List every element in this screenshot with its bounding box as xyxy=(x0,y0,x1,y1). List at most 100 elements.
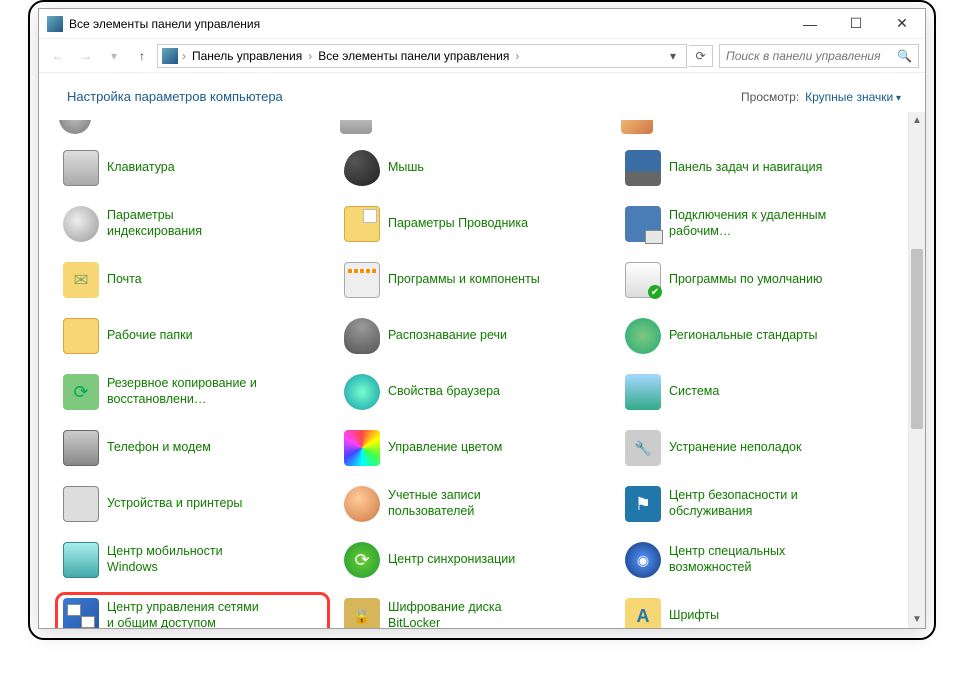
crumb-all-items[interactable]: Все элементы панели управления xyxy=(314,47,513,65)
forward-button[interactable]: → xyxy=(73,43,99,69)
item-ease-of-access[interactable]: Центр специальных возможностей xyxy=(617,536,892,584)
item-region[interactable]: Региональные стандарты xyxy=(617,312,892,360)
item-label: Шифрование диска BitLocker xyxy=(388,600,548,628)
vertical-scrollbar[interactable]: ▲ ▼ xyxy=(908,112,925,628)
item-default-programs[interactable]: Программы по умолчанию xyxy=(617,256,892,304)
work-folders-icon xyxy=(63,318,99,354)
mobility-icon xyxy=(63,542,99,578)
page-title: Настройка параметров компьютера xyxy=(67,89,283,104)
item-troubleshooting[interactable]: Устранение неполадок xyxy=(617,424,892,472)
item-label: Учетные записи пользователей xyxy=(388,488,548,519)
lock-icon xyxy=(344,598,380,628)
programs-icon xyxy=(344,262,380,298)
item-taskbar[interactable]: Панель задач и навигация xyxy=(617,144,892,192)
item-label: Рабочие папки xyxy=(107,328,193,344)
titlebar[interactable]: Все элементы панели управления — ☐ ✕ xyxy=(39,9,925,39)
back-button[interactable]: ← xyxy=(45,43,71,69)
item-label: Программы и компоненты xyxy=(388,272,540,288)
item-label: Центр синхронизации xyxy=(388,552,515,568)
address-bar[interactable]: › Панель управления › Все элементы панел… xyxy=(157,44,687,68)
flag-icon xyxy=(625,486,661,522)
printer-icon xyxy=(63,486,99,522)
item-programs[interactable]: Программы и компоненты xyxy=(336,256,611,304)
partial-item[interactable] xyxy=(336,116,611,140)
item-browser-options[interactable]: Свойства браузера xyxy=(336,368,611,416)
address-dropdown[interactable]: ▾ xyxy=(664,45,682,67)
remote-desktop-icon xyxy=(625,206,661,242)
item-label: Резервное копирование и восстановлени… xyxy=(107,376,267,407)
item-label: Шрифты xyxy=(669,608,719,624)
item-label: Подключения к удаленным рабочим… xyxy=(669,208,829,239)
search-box[interactable]: 🔍 xyxy=(719,44,919,68)
item-remote-connections[interactable]: Подключения к удаленным рабочим… xyxy=(617,200,892,248)
partial-item[interactable] xyxy=(55,116,330,140)
item-label: Центр специальных возможностей xyxy=(669,544,829,575)
item-fonts[interactable]: Шрифты xyxy=(617,592,892,628)
crumb-control-panel[interactable]: Панель управления xyxy=(188,47,306,65)
keyboard-icon xyxy=(63,150,99,186)
scroll-down-button[interactable]: ▼ xyxy=(909,611,925,628)
item-system[interactable]: Система xyxy=(617,368,892,416)
minimize-button[interactable]: — xyxy=(787,9,833,39)
window-title: Все элементы панели управления xyxy=(69,17,787,31)
item-work-folders[interactable]: Рабочие папки xyxy=(55,312,330,360)
control-panel-icon xyxy=(47,16,63,32)
partial-item[interactable] xyxy=(617,116,892,140)
item-label: Центр безопасности и обслуживания xyxy=(669,488,829,519)
item-label: Панель задач и навигация xyxy=(669,160,822,176)
item-color-management[interactable]: Управление цветом xyxy=(336,424,611,472)
nav-toolbar: ← → ▾ ↑ › Панель управления › Все элемен… xyxy=(39,39,925,73)
item-devices-printers[interactable]: Устройства и принтеры xyxy=(55,480,330,528)
scrollbar-thumb[interactable] xyxy=(911,249,923,429)
wrench-icon xyxy=(625,430,661,466)
close-button[interactable]: ✕ xyxy=(879,9,925,39)
item-label: Распознавание речи xyxy=(388,328,507,344)
search-input[interactable] xyxy=(726,49,893,63)
chevron-right-icon: › xyxy=(182,49,186,63)
item-mouse[interactable]: Мышь xyxy=(336,144,611,192)
item-explorer-options[interactable]: Параметры Проводника xyxy=(336,200,611,248)
sync-icon xyxy=(344,542,380,578)
scroll-up-button[interactable]: ▲ xyxy=(909,112,925,129)
item-network-sharing-center[interactable]: Центр управления сетями и общим доступом xyxy=(55,592,330,628)
partial-row-top xyxy=(55,116,892,140)
window-frame: Все элементы панели управления — ☐ ✕ ← →… xyxy=(38,8,926,629)
chevron-right-icon: › xyxy=(515,49,519,63)
item-backup[interactable]: Резервное копирование и восстановлени… xyxy=(55,368,330,416)
folder-options-icon xyxy=(344,206,380,242)
item-label: Центр управления сетями и общим доступом xyxy=(107,600,267,628)
item-sync-center[interactable]: Центр синхронизации xyxy=(336,536,611,584)
item-speech[interactable]: Распознавание речи xyxy=(336,312,611,360)
item-bitlocker[interactable]: Шифрование диска BitLocker xyxy=(336,592,611,628)
item-keyboard[interactable]: Клавиатура xyxy=(55,144,330,192)
up-button[interactable]: ↑ xyxy=(129,43,155,69)
fonts-icon xyxy=(625,598,661,628)
view-by-label: Просмотр: xyxy=(741,90,799,104)
item-security-center[interactable]: Центр безопасности и обслуживания xyxy=(617,480,892,528)
users-icon xyxy=(344,486,380,522)
globe-icon xyxy=(625,318,661,354)
items-area: Клавиатура Мышь Панель задач и навигация… xyxy=(39,112,908,628)
recent-dropdown[interactable]: ▾ xyxy=(101,43,127,69)
item-phone-modem[interactable]: Телефон и модем xyxy=(55,424,330,472)
header-row: Настройка параметров компьютера Просмотр… xyxy=(39,73,925,112)
item-mail[interactable]: Почта xyxy=(55,256,330,304)
microphone-icon xyxy=(344,318,380,354)
item-user-accounts[interactable]: Учетные записи пользователей xyxy=(336,480,611,528)
item-label: Телефон и модем xyxy=(107,440,211,456)
item-label: Мышь xyxy=(388,160,424,176)
scrollbar-track[interactable] xyxy=(909,129,925,611)
network-icon xyxy=(63,598,99,628)
item-indexing[interactable]: Параметры индексирования xyxy=(55,200,330,248)
mouse-icon xyxy=(344,150,380,186)
item-mobility-center[interactable]: Центр мобильности Windows xyxy=(55,536,330,584)
refresh-button[interactable]: ⟳ xyxy=(689,45,713,67)
item-label: Почта xyxy=(107,272,142,288)
system-icon xyxy=(625,374,661,410)
item-label: Центр мобильности Windows xyxy=(107,544,267,575)
maximize-button[interactable]: ☐ xyxy=(833,9,879,39)
taskbar-icon xyxy=(625,150,661,186)
item-label: Система xyxy=(669,384,719,400)
view-by-value[interactable]: Крупные значки xyxy=(805,90,901,104)
item-label: Программы по умолчанию xyxy=(669,272,822,288)
